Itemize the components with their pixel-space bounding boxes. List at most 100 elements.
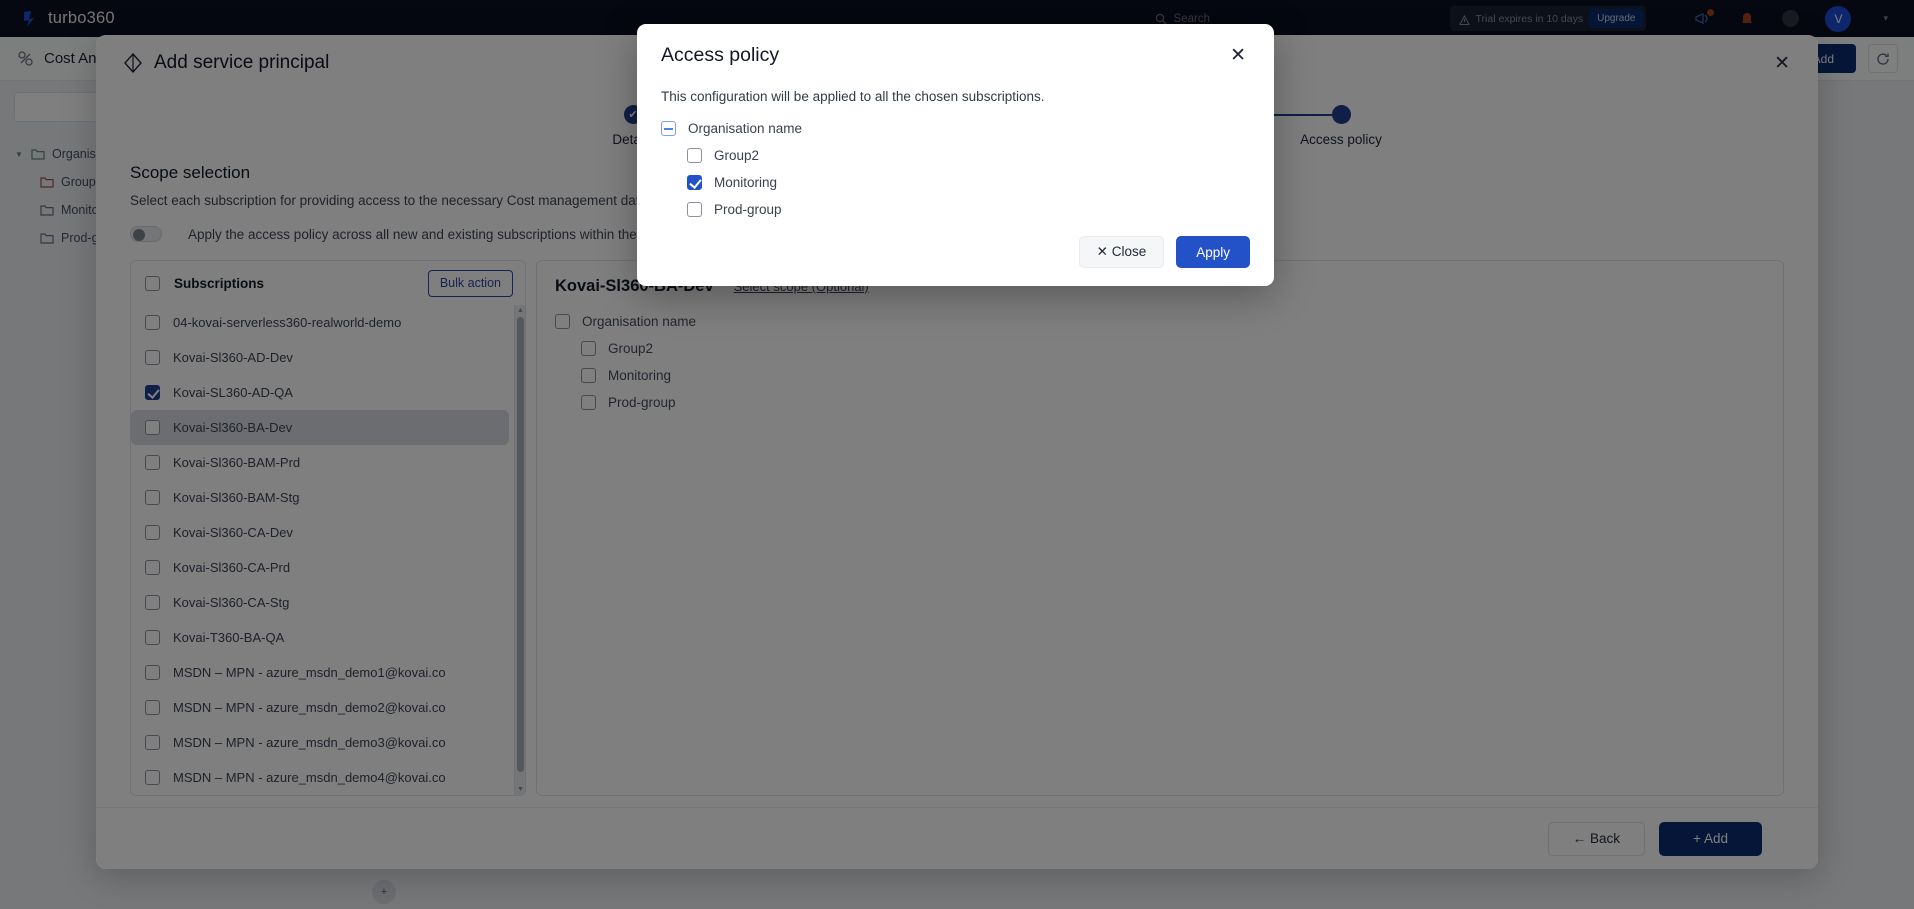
scope-tree-checkbox[interactable]	[581, 395, 596, 410]
caret-up-icon[interactable]: ▲	[515, 305, 525, 316]
scope-tree-checkbox[interactable]	[581, 341, 596, 356]
access-policy-checkbox[interactable]	[661, 121, 676, 136]
access-policy-checkbox[interactable]	[687, 202, 702, 217]
subscription-checkbox[interactable]	[145, 490, 160, 505]
toggle-knob	[133, 229, 145, 241]
bulk-action-button[interactable]: Bulk action	[427, 269, 513, 297]
subscription-label: Kovai-Sl360-CA-Prd	[173, 560, 291, 575]
stepper-dot	[1331, 105, 1351, 124]
subscription-row[interactable]: Kovai-Sl360-BAM-Prd	[131, 445, 515, 480]
scope-tree-label: Organisation name	[582, 314, 697, 329]
dialog-title: Access policy	[661, 44, 780, 66]
subscription-label: 04-kovai-serverless360-realworld-demo	[173, 315, 402, 330]
back-button[interactable]: ← Back	[1547, 821, 1646, 856]
close-icon[interactable]: ✕	[1768, 50, 1796, 77]
subscription-checkbox[interactable]	[145, 315, 160, 330]
access-policy-row[interactable]: Organisation name	[661, 115, 1250, 142]
scrollbar-thumb[interactable]	[517, 317, 524, 772]
close-button[interactable]: ✕ Close	[1078, 236, 1165, 268]
scope-tree-checkbox[interactable]	[555, 314, 570, 329]
modal-title: Add service principal	[154, 52, 330, 73]
subscription-checkbox[interactable]	[145, 700, 160, 715]
add-label: Add	[1703, 831, 1728, 846]
access-policy-row[interactable]: Prod-group	[661, 196, 1250, 223]
close-icon[interactable]: ✕	[1226, 44, 1250, 67]
subscription-row[interactable]: 04-kovai-serverless360-realworld-demo	[131, 305, 515, 340]
subscription-checkbox[interactable]	[145, 455, 160, 470]
access-policy-dialog: Access policy ✕ This configuration will …	[637, 24, 1274, 286]
select-all-subscriptions-checkbox[interactable]	[145, 275, 160, 291]
apply-button[interactable]: Apply	[1176, 236, 1250, 268]
scope-tree-row[interactable]: Monitoring	[555, 362, 1765, 389]
subscriptions-scrollbar[interactable]: ▲ ▼	[514, 305, 525, 795]
subscription-label: Kovai-T360-BA-QA	[173, 630, 285, 645]
subscription-label: Kovai-Sl360-BAM-Prd	[173, 455, 301, 470]
subscription-checkbox[interactable]	[145, 385, 160, 400]
subscriptions-panel: Subscriptions Bulk action 04-kovai-serve…	[130, 260, 526, 796]
subscription-row[interactable]: Kovai-Sl360-CA-Prd	[131, 550, 515, 585]
subscriptions-panel-header: Subscriptions Bulk action	[131, 261, 525, 305]
subscription-checkbox[interactable]	[145, 630, 160, 645]
subscription-row[interactable]: Kovai-Sl360-CA-Dev	[131, 515, 515, 550]
scope-tree-row[interactable]: Group2	[555, 335, 1765, 362]
subscription-row[interactable]: Kovai-Sl360-CA-Stg	[131, 585, 515, 620]
access-policy-label: Organisation name	[688, 121, 803, 136]
access-policy-label: Group2	[714, 148, 760, 163]
access-policy-row[interactable]: Group2	[661, 142, 1250, 169]
subscription-checkbox[interactable]	[145, 595, 160, 610]
access-policy-checkbox-tree: Organisation name Group2 Monitoring Prod-gr…	[661, 115, 1250, 223]
diamond-icon	[122, 52, 144, 74]
subscription-row[interactable]: MSDN – MPN - azure_msdn_demo3@kovai.co	[131, 725, 515, 760]
subscription-label: MSDN – MPN - azure_msdn_demo2@kovai.co	[173, 700, 446, 715]
apply-all-subscriptions-toggle[interactable]	[130, 226, 162, 242]
scope-tree-label: Group2	[608, 341, 654, 356]
subscription-checkbox[interactable]	[145, 665, 160, 680]
subscription-row[interactable]: Kovai-T360-BA-QA	[131, 620, 515, 655]
subscription-row[interactable]: Kovai-Sl360-BA-Dev	[131, 410, 509, 445]
scope-tree-label: Prod-group	[608, 395, 676, 410]
subscription-row[interactable]: MSDN – MPN - azure_msdn_demo1@kovai.co	[131, 655, 515, 690]
access-policy-checkbox[interactable]	[687, 148, 702, 163]
subscription-checkbox[interactable]	[145, 420, 160, 435]
dialog-footer: ✕ Close Apply	[1078, 236, 1250, 268]
x-icon: ✕	[1096, 244, 1108, 259]
add-service-principal-button[interactable]: + Add	[1659, 821, 1762, 856]
access-policy-row[interactable]: Monitoring	[661, 169, 1250, 196]
scope-selection-panes: Subscriptions Bulk action 04-kovai-serve…	[130, 260, 1784, 796]
access-policy-checkbox[interactable]	[687, 175, 702, 190]
modal-footer: ← Back + Add	[96, 807, 1818, 869]
subscription-row[interactable]: Kovai-SL360-AD-QA	[131, 375, 515, 410]
access-policy-label: Prod-group	[714, 202, 782, 217]
subscription-label: MSDN – MPN - azure_msdn_demo4@kovai.co	[173, 770, 446, 785]
subscription-checkbox[interactable]	[145, 350, 160, 365]
subscription-row[interactable]: Kovai-Sl360-BAM-Stg	[131, 480, 515, 515]
scope-tree-checkbox[interactable]	[581, 368, 596, 383]
scope-tree-row[interactable]: Prod-group	[555, 389, 1765, 416]
scope-panel: Kovai-Sl360-BA-Dev Select scope (Optiona…	[536, 260, 1784, 796]
subscription-label: MSDN – MPN - azure_msdn_demo3@kovai.co	[173, 735, 446, 750]
arrow-left-icon: ←	[1572, 831, 1587, 846]
scope-tree-row[interactable]: Organisation name	[555, 308, 1765, 335]
subscription-label: Kovai-SL360-AD-QA	[173, 385, 293, 400]
dialog-header: Access policy ✕	[661, 44, 1250, 67]
subscriptions-list: 04-kovai-serverless360-realworld-demo Kov…	[131, 305, 515, 795]
caret-down-icon[interactable]: ▼	[515, 784, 525, 795]
close-label: Close	[1111, 244, 1147, 259]
subscription-label: Kovai-Sl360-AD-Dev	[173, 350, 293, 365]
scope-tree-label: Monitoring	[608, 368, 672, 383]
subscription-checkbox[interactable]	[145, 735, 160, 750]
toggle-label: Apply the access policy across all new a…	[188, 226, 679, 242]
subscription-label: Kovai-Sl360-CA-Stg	[173, 595, 290, 610]
subscription-label: MSDN – MPN - azure_msdn_demo1@kovai.co	[173, 665, 446, 680]
subscription-checkbox[interactable]	[145, 770, 160, 785]
subscriptions-header-label: Subscriptions	[174, 275, 265, 291]
back-label: Back	[1590, 831, 1621, 846]
subscription-checkbox[interactable]	[145, 560, 160, 575]
subscription-row[interactable]: MSDN – MPN - azure_msdn_demo4@kovai.co	[131, 760, 515, 795]
dialog-description: This configuration will be applied to al…	[661, 89, 1045, 104]
subscription-row[interactable]: Kovai-Sl360-AD-Dev	[131, 340, 515, 375]
subscription-row[interactable]: MSDN – MPN - azure_msdn_demo2@kovai.co	[131, 690, 515, 725]
subscription-label: Kovai-Sl360-CA-Dev	[173, 525, 293, 540]
subscription-checkbox[interactable]	[145, 525, 160, 540]
subscription-label: Kovai-Sl360-BAM-Stg	[173, 490, 300, 505]
